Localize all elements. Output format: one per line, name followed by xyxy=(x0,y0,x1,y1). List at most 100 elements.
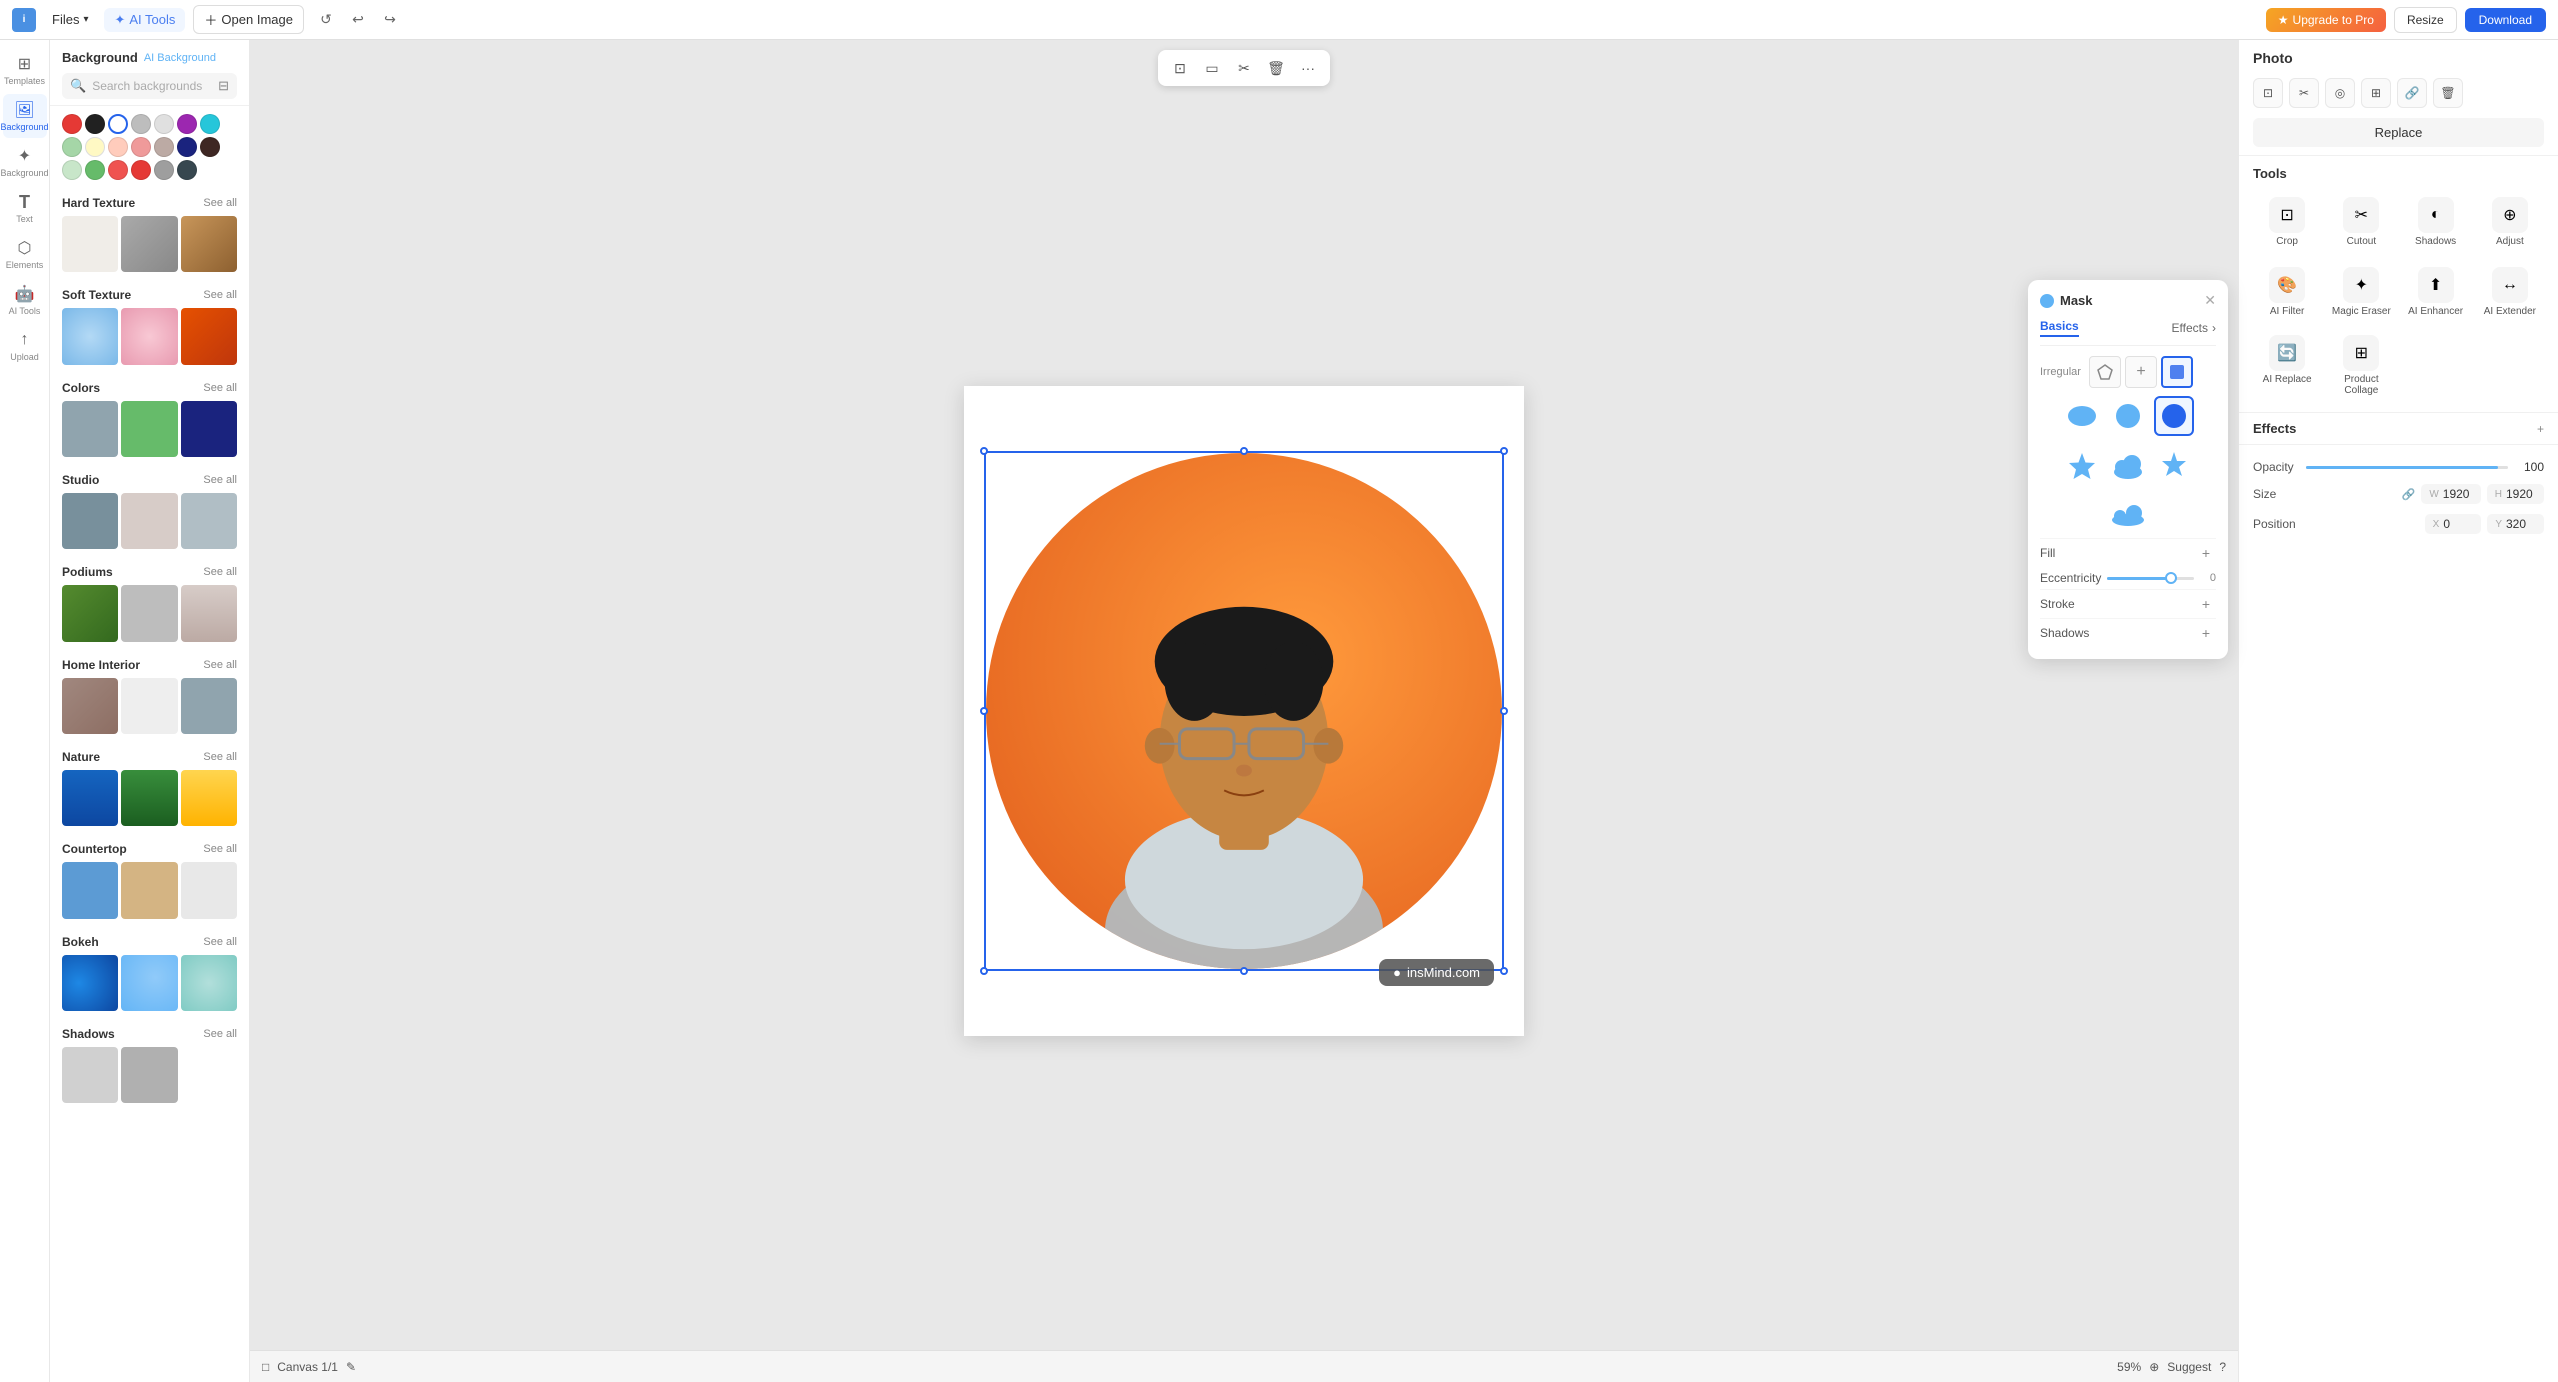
shape-star5[interactable] xyxy=(2062,446,2102,486)
handle-br[interactable] xyxy=(1500,967,1508,975)
thumb-pod-2[interactable] xyxy=(121,585,177,641)
tool-cutout[interactable]: ✂ Cutout xyxy=(2327,191,2395,253)
tool-crop[interactable]: ⊡ Crop xyxy=(2253,191,2321,253)
undo-button[interactable]: ↺ xyxy=(312,6,340,34)
eccentricity-thumb[interactable] xyxy=(2165,572,2177,584)
files-button[interactable]: Files ▾ xyxy=(44,8,96,31)
tool-ai-extender[interactable]: ↔ AI Extender xyxy=(2476,261,2544,323)
mask-tab-basics[interactable]: Basics xyxy=(2040,319,2079,337)
sidebar-item-background[interactable]: 🖼 Background xyxy=(3,94,47,138)
ai-tools-button[interactable]: ✦ AI Tools xyxy=(104,8,185,32)
handle-bm[interactable] xyxy=(1240,967,1248,975)
color-swatch-white[interactable] xyxy=(108,114,128,134)
color-swatch-lightgreen[interactable] xyxy=(62,160,82,180)
handle-tr[interactable] xyxy=(1500,447,1508,455)
color-swatch-gray1[interactable] xyxy=(131,114,151,134)
see-all-nature[interactable]: See all xyxy=(203,751,237,763)
canvas-content[interactable]: ● insMind.com xyxy=(250,40,2238,1382)
color-swatch-purple[interactable] xyxy=(177,114,197,134)
thumb-st-3[interactable] xyxy=(181,308,237,364)
thumb-nat-2[interactable] xyxy=(121,770,177,826)
scissors-tool[interactable]: ✂ xyxy=(1230,54,1258,82)
color-swatch-navy[interactable] xyxy=(177,137,197,157)
position-y-input[interactable]: Y 320 xyxy=(2487,514,2544,534)
thumb-hi-3[interactable] xyxy=(181,678,237,734)
mask-close-button[interactable]: ✕ xyxy=(2204,292,2216,309)
thumb-stu-2[interactable] xyxy=(121,493,177,549)
thumb-stu-1[interactable] xyxy=(62,493,118,549)
thumb-col-3[interactable] xyxy=(181,401,237,457)
color-swatch-red[interactable] xyxy=(62,114,82,134)
thumb-st-2[interactable] xyxy=(121,308,177,364)
rectangle-tool[interactable]: ▭ xyxy=(1198,54,1226,82)
thumb-bok-3[interactable] xyxy=(181,955,237,1011)
sidebar-item-elements[interactable]: ⬡ Elements xyxy=(3,232,47,276)
thumb-st-1[interactable] xyxy=(62,308,118,364)
thumb-hi-1[interactable] xyxy=(62,678,118,734)
shape-btn-plus[interactable]: + xyxy=(2125,356,2157,388)
sidebar-item-upload[interactable]: ↑ Upload xyxy=(3,324,47,368)
redo-button[interactable]: ↪ xyxy=(376,6,404,34)
suggest-label[interactable]: Suggest xyxy=(2167,1360,2211,1374)
replace-button[interactable]: Replace xyxy=(2253,118,2544,147)
see-all-shadows[interactable]: See all xyxy=(203,1028,237,1040)
stroke-add-button[interactable]: + xyxy=(2196,594,2216,614)
thumb-ctr-2[interactable] xyxy=(121,862,177,918)
see-all-studio[interactable]: See all xyxy=(203,474,237,486)
see-all-hard-texture[interactable]: See all xyxy=(203,197,237,209)
thumb-ht-2[interactable] xyxy=(121,216,177,272)
more-tool[interactable]: ··· xyxy=(1294,54,1322,82)
toolbar-icon-5[interactable]: 🔗 xyxy=(2397,78,2427,108)
search-input[interactable] xyxy=(92,79,212,93)
see-all-bokeh[interactable]: See all xyxy=(203,936,237,948)
handle-lm[interactable] xyxy=(980,707,988,715)
color-swatch-red2[interactable] xyxy=(131,160,151,180)
tool-product-collage[interactable]: ⊞ Product Collage xyxy=(2327,329,2395,402)
shadows-add-button[interactable]: + xyxy=(2196,623,2216,643)
handle-rm[interactable] xyxy=(1500,707,1508,715)
thumb-hi-2[interactable] xyxy=(121,678,177,734)
open-image-button[interactable]: ＋ Open Image xyxy=(193,5,304,34)
trash-tool[interactable]: 🗑 xyxy=(1262,54,1290,82)
thumb-col-2[interactable] xyxy=(121,401,177,457)
toolbar-icon-4[interactable]: ⊞ xyxy=(2361,78,2391,108)
thumb-ht-1[interactable] xyxy=(62,216,118,272)
fill-add-button[interactable]: + xyxy=(2196,543,2216,563)
thumb-nat-1[interactable] xyxy=(62,770,118,826)
color-swatch-green1[interactable] xyxy=(62,137,82,157)
handle-tl[interactable] xyxy=(980,447,988,455)
thumb-shd-2[interactable] xyxy=(121,1047,177,1103)
position-x-input[interactable]: X 0 xyxy=(2425,514,2482,534)
thumb-ctr-1[interactable] xyxy=(62,862,118,918)
see-all-podiums[interactable]: See all xyxy=(203,566,237,578)
color-swatch-black[interactable] xyxy=(85,114,105,134)
see-all-home-interior[interactable]: See all xyxy=(203,659,237,671)
thumb-bok-1[interactable] xyxy=(62,955,118,1011)
tool-magic-eraser[interactable]: ✦ Magic Eraser xyxy=(2327,261,2395,323)
upgrade-button[interactable]: ★ Upgrade to Pro xyxy=(2266,8,2386,32)
see-all-soft-texture[interactable]: See all xyxy=(203,289,237,301)
circle-opt-selected[interactable] xyxy=(2154,396,2194,436)
handle-bl[interactable] xyxy=(980,967,988,975)
shape-cloud[interactable] xyxy=(2108,446,2148,486)
color-swatch-green2[interactable] xyxy=(85,160,105,180)
resize-button[interactable]: Resize xyxy=(2394,7,2457,33)
thumb-stu-3[interactable] xyxy=(181,493,237,549)
color-swatch-orange[interactable] xyxy=(108,160,128,180)
download-button[interactable]: Download xyxy=(2465,8,2546,32)
toolbar-icon-6[interactable]: 🗑 xyxy=(2433,78,2463,108)
color-swatch-yellow[interactable] xyxy=(85,137,105,157)
sidebar-item-text[interactable]: T Text xyxy=(3,186,47,230)
thumb-nat-3[interactable] xyxy=(181,770,237,826)
sidebar-item-ai-background[interactable]: ✦ Background xyxy=(3,140,47,184)
toolbar-icon-3[interactable]: ◎ xyxy=(2325,78,2355,108)
color-swatch-brown1[interactable] xyxy=(154,137,174,157)
shape-cloud2[interactable] xyxy=(2108,492,2148,532)
shape-btn-rect[interactable] xyxy=(2161,356,2193,388)
sidebar-item-ai-tools[interactable]: 🤖 AI Tools xyxy=(3,278,47,322)
mask-tab-effects[interactable]: Effects › xyxy=(2172,319,2216,337)
tool-adjust[interactable]: ⊕ Adjust xyxy=(2476,191,2544,253)
thumb-ht-3[interactable] xyxy=(181,216,237,272)
opacity-slider[interactable] xyxy=(2306,466,2508,469)
toolbar-icon-2[interactable]: ✂ xyxy=(2289,78,2319,108)
